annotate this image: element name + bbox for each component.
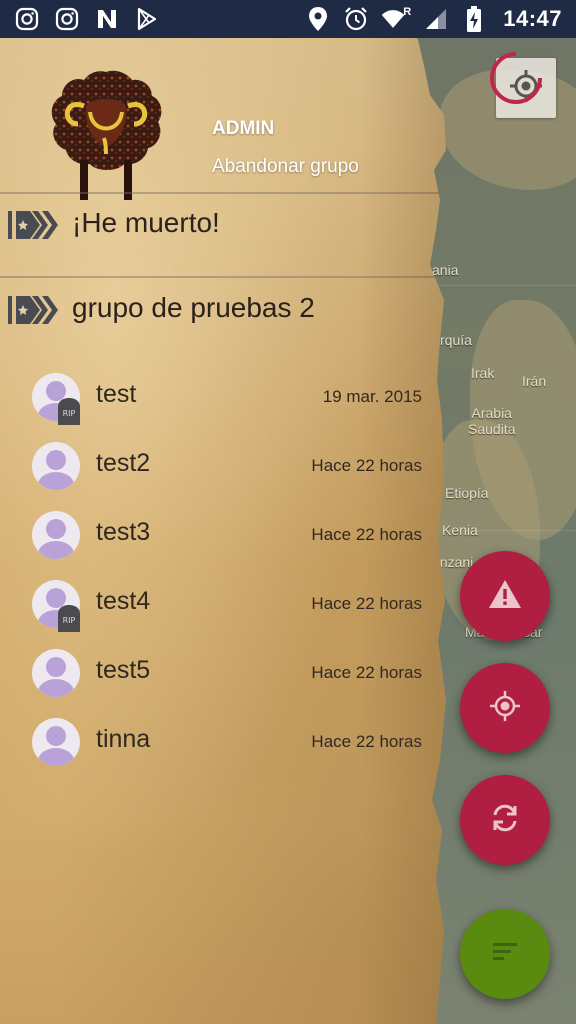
avatar: [32, 718, 80, 766]
wifi-icon: R: [381, 6, 411, 32]
member-last-seen: Hace 22 horas: [311, 594, 422, 613]
menu-fab[interactable]: [460, 909, 550, 999]
map-gridline: [430, 285, 576, 286]
group-item[interactable]: grupo de pruebas 2: [0, 278, 440, 344]
group-tag-icon: [8, 209, 60, 241]
status-bar: R 14:47: [0, 0, 576, 38]
loading-spinner-icon: [488, 50, 544, 106]
map-label: Etiopía: [445, 485, 489, 501]
rip-text: RIP: [63, 616, 76, 625]
member-row[interactable]: test2 Hace 22 horas: [0, 436, 440, 496]
warning-icon: [487, 578, 523, 615]
target-fab[interactable]: [460, 663, 550, 753]
refresh-icon: [488, 801, 522, 840]
tombstone-icon: RIP: [56, 604, 82, 632]
tombstone-icon: RIP: [56, 397, 82, 425]
member-name: test3: [96, 518, 151, 546]
member-row[interactable]: RIP test4 Hace 22 horas: [0, 574, 440, 634]
alert-fab[interactable]: [460, 551, 550, 641]
member-last-seen: Hace 22 horas: [311, 525, 422, 544]
member-row[interactable]: test5 Hace 22 horas: [0, 643, 440, 703]
map-label: Kenia: [442, 522, 478, 538]
group-item[interactable]: ¡He muerto!: [0, 193, 440, 259]
navigation-drawer[interactable]: ADMIN Abandonar grupo ¡He muerto! grupo …: [0, 0, 446, 1024]
member-last-seen: 19 mar. 2015: [322, 387, 422, 406]
map-label: Arabia Saudita: [468, 405, 516, 437]
member-last-seen: Hace 22 horas: [311, 663, 422, 682]
drawer-header: ADMIN Abandonar grupo: [0, 38, 446, 200]
leave-group-link[interactable]: Abandonar grupo: [212, 156, 359, 178]
refresh-fab[interactable]: [460, 775, 550, 865]
map-label: rquía: [440, 332, 472, 348]
group-tag-icon: [8, 294, 60, 326]
instagram-icon: [14, 6, 40, 32]
member-row[interactable]: test3 Hace 22 horas: [0, 505, 440, 565]
avatar: [32, 511, 80, 559]
sheep-logo-icon: [46, 68, 166, 202]
avatar: [32, 649, 80, 697]
instagram-icon: [54, 6, 80, 32]
battery-charging-icon: [461, 6, 487, 32]
member-last-seen: Hace 22 horas: [311, 732, 422, 751]
play-store-icon: [134, 6, 160, 32]
map-label: Irak: [471, 365, 495, 381]
group-name: grupo de pruebas 2: [72, 292, 315, 323]
avatar: [32, 442, 80, 490]
map-label: ania: [432, 262, 459, 278]
signal-icon: [423, 6, 449, 32]
user-name: ADMIN: [212, 118, 275, 139]
group-name: ¡He muerto!: [72, 207, 220, 238]
member-row[interactable]: RIP test 19 mar. 2015: [0, 367, 440, 427]
member-row[interactable]: tinna Hace 22 horas: [0, 712, 440, 772]
member-last-seen: Hace 22 horas: [311, 456, 422, 475]
n-app-icon: [94, 6, 120, 32]
sort-lines-icon: [490, 939, 520, 970]
clock: 14:47: [503, 6, 562, 31]
rip-text: RIP: [63, 409, 76, 418]
member-name: test2: [96, 449, 151, 477]
location-icon: [305, 6, 331, 32]
member-name: test4: [96, 587, 151, 615]
crosshair-icon: [488, 689, 522, 728]
member-name: tinna: [96, 725, 151, 753]
member-name: test: [96, 380, 137, 408]
alarm-icon: [343, 6, 369, 32]
map-label: Irán: [522, 373, 547, 389]
member-name: test5: [96, 656, 151, 684]
roaming-indicator: R: [403, 6, 412, 18]
